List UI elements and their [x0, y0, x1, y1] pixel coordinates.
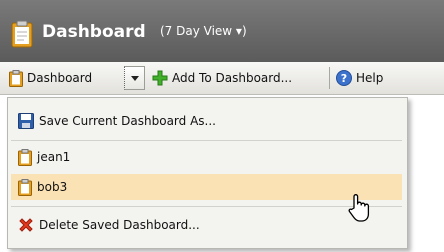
hand-cursor-icon	[348, 194, 370, 222]
dashboard-dropdown-arrow[interactable]	[124, 66, 145, 90]
dashboard-button-label: Dashboard	[27, 71, 93, 85]
help-button[interactable]: ? Help	[336, 66, 383, 90]
clipboard-icon	[9, 69, 23, 87]
help-label: Help	[356, 71, 384, 85]
toolbar: Dashboard Add To Dashboard... ? Help	[0, 62, 444, 95]
menu-divider	[11, 140, 402, 141]
delete-dashboard-label: Delete Saved Dashboard...	[39, 218, 200, 232]
saved-dashboard-label: bob3	[37, 180, 68, 194]
add-to-dashboard-label: Add To Dashboard...	[172, 71, 293, 85]
clipboard-icon	[18, 148, 32, 166]
saved-dashboard-item[interactable]: jean1	[11, 144, 402, 170]
dashboard-dropdown-menu: Save Current Dashboard As... jean1 bob3 …	[7, 97, 408, 249]
save-disk-icon	[18, 113, 34, 129]
add-to-dashboard-button[interactable]: Add To Dashboard...	[152, 66, 292, 90]
save-dashboard-as-item[interactable]: Save Current Dashboard As...	[11, 108, 402, 134]
menu-divider	[11, 206, 402, 207]
clipboard-icon	[11, 20, 33, 48]
chevron-down-icon	[130, 75, 139, 81]
dashboard-menu-button[interactable]: Dashboard	[9, 66, 92, 90]
saved-dashboard-item-highlighted[interactable]: bob3	[11, 174, 402, 200]
save-dashboard-label: Save Current Dashboard As...	[39, 114, 216, 128]
help-icon: ?	[336, 70, 352, 86]
toolbar-divider	[329, 67, 330, 89]
delete-saved-dashboard-item[interactable]: Delete Saved Dashboard...	[11, 212, 402, 238]
page-title: Dashboard	[42, 22, 146, 42]
red-x-icon	[19, 218, 33, 232]
view-range-dropdown[interactable]: (7 Day View ▾)	[160, 24, 247, 38]
svg-text:?: ?	[341, 72, 347, 85]
saved-dashboard-label: jean1	[37, 150, 71, 164]
clipboard-icon	[18, 178, 32, 196]
green-plus-icon	[152, 70, 168, 86]
dashboard-header: Dashboard (7 Day View ▾)	[0, 0, 444, 62]
